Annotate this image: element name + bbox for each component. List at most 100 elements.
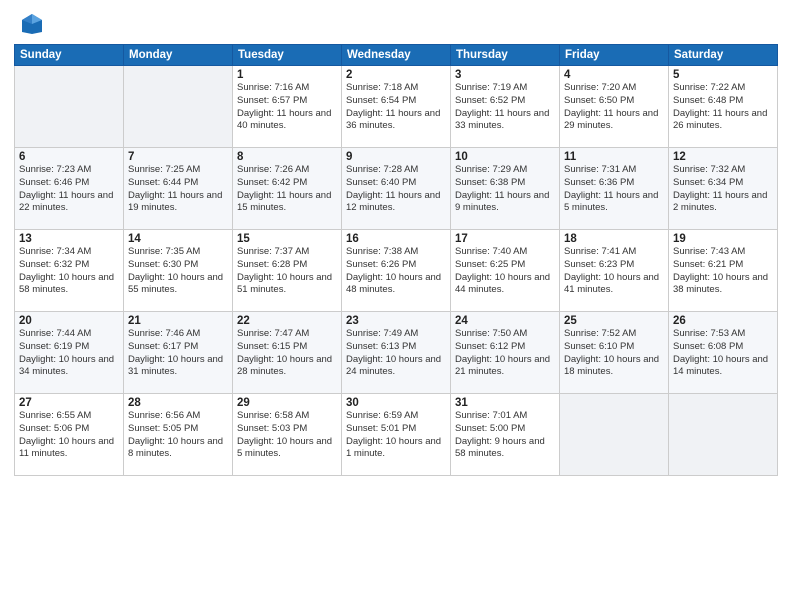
day-info: Sunrise: 7:35 AM Sunset: 6:30 PM Dayligh… xyxy=(128,246,228,297)
page-header xyxy=(14,10,778,38)
day-info: Sunrise: 6:55 AM Sunset: 5:06 PM Dayligh… xyxy=(19,410,119,461)
day-cell: 18Sunrise: 7:41 AM Sunset: 6:23 PM Dayli… xyxy=(560,230,669,312)
day-info: Sunrise: 7:47 AM Sunset: 6:15 PM Dayligh… xyxy=(237,328,337,379)
day-cell: 9Sunrise: 7:28 AM Sunset: 6:40 PM Daylig… xyxy=(342,148,451,230)
day-cell: 13Sunrise: 7:34 AM Sunset: 6:32 PM Dayli… xyxy=(15,230,124,312)
day-cell: 27Sunrise: 6:55 AM Sunset: 5:06 PM Dayli… xyxy=(15,394,124,476)
day-info: Sunrise: 7:32 AM Sunset: 6:34 PM Dayligh… xyxy=(673,164,773,215)
day-number: 29 xyxy=(237,397,337,409)
day-cell xyxy=(560,394,669,476)
weekday-friday: Friday xyxy=(560,45,669,66)
day-info: Sunrise: 7:34 AM Sunset: 6:32 PM Dayligh… xyxy=(19,246,119,297)
day-number: 9 xyxy=(346,151,446,163)
day-info: Sunrise: 7:28 AM Sunset: 6:40 PM Dayligh… xyxy=(346,164,446,215)
day-info: Sunrise: 7:37 AM Sunset: 6:28 PM Dayligh… xyxy=(237,246,337,297)
day-cell: 3Sunrise: 7:19 AM Sunset: 6:52 PM Daylig… xyxy=(451,66,560,148)
week-row-1: 1Sunrise: 7:16 AM Sunset: 6:57 PM Daylig… xyxy=(15,66,778,148)
day-cell: 7Sunrise: 7:25 AM Sunset: 6:44 PM Daylig… xyxy=(124,148,233,230)
day-cell: 4Sunrise: 7:20 AM Sunset: 6:50 PM Daylig… xyxy=(560,66,669,148)
day-number: 4 xyxy=(564,69,664,81)
day-info: Sunrise: 7:29 AM Sunset: 6:38 PM Dayligh… xyxy=(455,164,555,215)
day-cell: 24Sunrise: 7:50 AM Sunset: 6:12 PM Dayli… xyxy=(451,312,560,394)
day-cell: 22Sunrise: 7:47 AM Sunset: 6:15 PM Dayli… xyxy=(233,312,342,394)
day-cell: 8Sunrise: 7:26 AM Sunset: 6:42 PM Daylig… xyxy=(233,148,342,230)
day-number: 21 xyxy=(128,315,228,327)
day-number: 11 xyxy=(564,151,664,163)
day-cell: 15Sunrise: 7:37 AM Sunset: 6:28 PM Dayli… xyxy=(233,230,342,312)
day-info: Sunrise: 7:40 AM Sunset: 6:25 PM Dayligh… xyxy=(455,246,555,297)
day-number: 20 xyxy=(19,315,119,327)
weekday-thursday: Thursday xyxy=(451,45,560,66)
day-number: 10 xyxy=(455,151,555,163)
weekday-wednesday: Wednesday xyxy=(342,45,451,66)
logo-icon xyxy=(14,10,42,38)
day-number: 18 xyxy=(564,233,664,245)
day-cell: 17Sunrise: 7:40 AM Sunset: 6:25 PM Dayli… xyxy=(451,230,560,312)
day-info: Sunrise: 7:26 AM Sunset: 6:42 PM Dayligh… xyxy=(237,164,337,215)
day-cell: 16Sunrise: 7:38 AM Sunset: 6:26 PM Dayli… xyxy=(342,230,451,312)
day-info: Sunrise: 7:41 AM Sunset: 6:23 PM Dayligh… xyxy=(564,246,664,297)
day-number: 16 xyxy=(346,233,446,245)
day-info: Sunrise: 7:16 AM Sunset: 6:57 PM Dayligh… xyxy=(237,82,337,133)
day-cell xyxy=(15,66,124,148)
day-info: Sunrise: 6:58 AM Sunset: 5:03 PM Dayligh… xyxy=(237,410,337,461)
day-cell: 26Sunrise: 7:53 AM Sunset: 6:08 PM Dayli… xyxy=(669,312,778,394)
day-number: 23 xyxy=(346,315,446,327)
day-number: 25 xyxy=(564,315,664,327)
day-cell: 6Sunrise: 7:23 AM Sunset: 6:46 PM Daylig… xyxy=(15,148,124,230)
day-cell: 1Sunrise: 7:16 AM Sunset: 6:57 PM Daylig… xyxy=(233,66,342,148)
week-row-5: 27Sunrise: 6:55 AM Sunset: 5:06 PM Dayli… xyxy=(15,394,778,476)
day-info: Sunrise: 7:49 AM Sunset: 6:13 PM Dayligh… xyxy=(346,328,446,379)
day-number: 30 xyxy=(346,397,446,409)
day-info: Sunrise: 7:53 AM Sunset: 6:08 PM Dayligh… xyxy=(673,328,773,379)
week-row-4: 20Sunrise: 7:44 AM Sunset: 6:19 PM Dayli… xyxy=(15,312,778,394)
day-info: Sunrise: 6:56 AM Sunset: 5:05 PM Dayligh… xyxy=(128,410,228,461)
day-info: Sunrise: 7:25 AM Sunset: 6:44 PM Dayligh… xyxy=(128,164,228,215)
day-cell: 31Sunrise: 7:01 AM Sunset: 5:00 PM Dayli… xyxy=(451,394,560,476)
weekday-monday: Monday xyxy=(124,45,233,66)
day-info: Sunrise: 7:20 AM Sunset: 6:50 PM Dayligh… xyxy=(564,82,664,133)
day-number: 28 xyxy=(128,397,228,409)
day-info: Sunrise: 7:01 AM Sunset: 5:00 PM Dayligh… xyxy=(455,410,555,461)
weekday-saturday: Saturday xyxy=(669,45,778,66)
day-number: 14 xyxy=(128,233,228,245)
day-cell: 21Sunrise: 7:46 AM Sunset: 6:17 PM Dayli… xyxy=(124,312,233,394)
day-cell: 2Sunrise: 7:18 AM Sunset: 6:54 PM Daylig… xyxy=(342,66,451,148)
day-cell: 25Sunrise: 7:52 AM Sunset: 6:10 PM Dayli… xyxy=(560,312,669,394)
day-number: 26 xyxy=(673,315,773,327)
day-info: Sunrise: 7:23 AM Sunset: 6:46 PM Dayligh… xyxy=(19,164,119,215)
day-number: 15 xyxy=(237,233,337,245)
day-cell: 19Sunrise: 7:43 AM Sunset: 6:21 PM Dayli… xyxy=(669,230,778,312)
day-cell: 12Sunrise: 7:32 AM Sunset: 6:34 PM Dayli… xyxy=(669,148,778,230)
day-number: 7 xyxy=(128,151,228,163)
day-info: Sunrise: 7:43 AM Sunset: 6:21 PM Dayligh… xyxy=(673,246,773,297)
day-cell: 20Sunrise: 7:44 AM Sunset: 6:19 PM Dayli… xyxy=(15,312,124,394)
week-row-2: 6Sunrise: 7:23 AM Sunset: 6:46 PM Daylig… xyxy=(15,148,778,230)
day-number: 12 xyxy=(673,151,773,163)
day-info: Sunrise: 7:44 AM Sunset: 6:19 PM Dayligh… xyxy=(19,328,119,379)
day-cell: 30Sunrise: 6:59 AM Sunset: 5:01 PM Dayli… xyxy=(342,394,451,476)
week-row-3: 13Sunrise: 7:34 AM Sunset: 6:32 PM Dayli… xyxy=(15,230,778,312)
day-cell: 23Sunrise: 7:49 AM Sunset: 6:13 PM Dayli… xyxy=(342,312,451,394)
day-info: Sunrise: 7:22 AM Sunset: 6:48 PM Dayligh… xyxy=(673,82,773,133)
day-number: 31 xyxy=(455,397,555,409)
day-number: 13 xyxy=(19,233,119,245)
weekday-tuesday: Tuesday xyxy=(233,45,342,66)
day-number: 2 xyxy=(346,69,446,81)
day-number: 22 xyxy=(237,315,337,327)
day-number: 1 xyxy=(237,69,337,81)
day-number: 3 xyxy=(455,69,555,81)
day-number: 27 xyxy=(19,397,119,409)
logo xyxy=(14,10,46,38)
day-cell: 10Sunrise: 7:29 AM Sunset: 6:38 PM Dayli… xyxy=(451,148,560,230)
day-info: Sunrise: 7:31 AM Sunset: 6:36 PM Dayligh… xyxy=(564,164,664,215)
day-info: Sunrise: 7:19 AM Sunset: 6:52 PM Dayligh… xyxy=(455,82,555,133)
weekday-sunday: Sunday xyxy=(15,45,124,66)
day-number: 6 xyxy=(19,151,119,163)
day-cell xyxy=(669,394,778,476)
day-number: 19 xyxy=(673,233,773,245)
day-info: Sunrise: 7:46 AM Sunset: 6:17 PM Dayligh… xyxy=(128,328,228,379)
calendar-table: SundayMondayTuesdayWednesdayThursdayFrid… xyxy=(14,44,778,476)
day-cell: 29Sunrise: 6:58 AM Sunset: 5:03 PM Dayli… xyxy=(233,394,342,476)
weekday-header-row: SundayMondayTuesdayWednesdayThursdayFrid… xyxy=(15,45,778,66)
